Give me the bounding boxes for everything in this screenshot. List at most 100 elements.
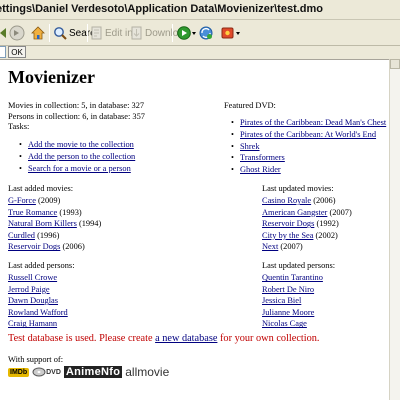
list-item: City by the Sea (2002) [262, 230, 352, 242]
forward-button[interactable] [9, 23, 25, 43]
add-movie-link[interactable]: Add the movie to the collection [28, 140, 134, 149]
animenfo-logo[interactable]: AnimeNfo [63, 366, 123, 378]
play-icon [177, 26, 191, 40]
featured-dvd-link[interactable]: Pirates of the Caribbean: Dead Man's Che… [240, 118, 386, 127]
options-button[interactable] [221, 23, 241, 43]
person-link[interactable]: Russell Crowe [8, 273, 57, 282]
movie-link[interactable]: Natural Born Killers [8, 219, 77, 228]
settings-icon [221, 27, 234, 39]
last-added-persons-heading: Last added persons: [8, 261, 75, 270]
person-link[interactable]: Dawn Douglas [8, 296, 58, 305]
person-link[interactable]: Nicolas Cage [262, 319, 307, 328]
movie-year: (2006) [311, 196, 336, 205]
new-database-link[interactable]: a new database [155, 333, 217, 344]
address-input[interactable] [0, 46, 6, 58]
movie-year: (1992) [314, 219, 339, 229]
list-item: Natural Born Killers (1994) [8, 218, 101, 230]
movie-link[interactable]: Reservoir Dogs [262, 219, 314, 228]
list-item: Craig Hamann [8, 318, 68, 330]
forward-arrow-icon [9, 25, 25, 41]
allmovie-logo[interactable]: allmovie [125, 365, 169, 379]
sync-button[interactable] [199, 23, 213, 43]
list-item: Curdled (1996) [8, 230, 101, 242]
list-item: Julianne Moore [262, 307, 323, 319]
main-content: Movienizer Movies in collection: 5, in d… [0, 59, 389, 400]
disc-icon [32, 367, 46, 377]
featured-dvd-link[interactable]: Ghost Rider [240, 165, 281, 174]
last-added-movies-heading: Last added movies: [8, 184, 74, 193]
list-item: Reservoir Dogs (2006) [8, 241, 101, 253]
list-item: American Gangster (2007) [262, 207, 352, 219]
toolbar-separator [172, 24, 173, 42]
warning-text: for your own collection. [217, 333, 320, 344]
list-item: Nicolas Cage [262, 318, 323, 330]
person-link[interactable]: Craig Hamann [8, 319, 57, 328]
list-item: Rowland Wafford [8, 307, 68, 319]
person-link[interactable]: Jessica Biel [262, 296, 301, 305]
page-title: Movienizer [8, 67, 95, 87]
list-item: Quentin Tarantino [262, 272, 323, 284]
dropdown-arrow-icon [236, 32, 240, 35]
person-link[interactable]: Julianne Moore [262, 308, 314, 317]
dvd-logo[interactable]: DVD [32, 367, 61, 377]
person-link[interactable]: Rowland Wafford [8, 308, 68, 317]
tasks-heading: Tasks: [8, 122, 30, 131]
list-item: True Romance (1993) [8, 207, 101, 219]
movie-year: (2007) [278, 242, 303, 252]
featured-dvd-link[interactable]: Pirates of the Caribbean: At World's End [240, 130, 376, 139]
vertical-scrollbar[interactable] [389, 59, 400, 400]
window-titlebar: ettings\Daniel Verdesoto\Application Dat… [0, 0, 400, 20]
tasks-list: Add the movie to the collection Add the … [18, 139, 135, 174]
person-link[interactable]: Robert De Niro [262, 285, 314, 294]
address-bar: OK [0, 46, 400, 59]
movie-year: (1996) [34, 230, 60, 240]
last-updated-persons-heading: Last updated persons: [262, 261, 336, 270]
toolbar: Search Edit info Download [0, 20, 400, 46]
test-database-warning: Test database is used. Please create a n… [8, 333, 320, 344]
persons-stats: Persons in collection: 6, in database: 3… [8, 112, 145, 121]
warning-text: Test database is used. Please create [8, 333, 156, 344]
movie-link[interactable]: Next [262, 242, 278, 251]
list-item: Ghost Rider [230, 164, 386, 176]
list-item: Casino Royale (2006) [262, 195, 352, 207]
list-item: Search for a movie or a person [18, 163, 135, 175]
back-button[interactable] [0, 23, 8, 43]
movie-link[interactable]: Curdled [8, 231, 35, 240]
dvd-label: DVD [46, 368, 61, 376]
play-button[interactable] [177, 23, 197, 43]
movie-link[interactable]: City by the Sea [262, 231, 313, 240]
last-updated-movies-heading: Last updated movies: [262, 184, 334, 193]
featured-heading: Featured DVD: [224, 101, 276, 110]
movie-link[interactable]: True Romance [8, 208, 57, 217]
movie-link[interactable]: G-Force [8, 196, 36, 205]
featured-dvd-link[interactable]: Transformers [240, 153, 285, 162]
back-arrow-icon [0, 28, 6, 38]
scroll-up-button[interactable] [390, 59, 400, 69]
edit-icon [91, 26, 102, 40]
featured-list: Pirates of the Caribbean: Dead Man's Che… [230, 117, 386, 176]
add-person-link[interactable]: Add the person to the collection [28, 152, 135, 161]
person-link[interactable]: Jerrod Paige [8, 285, 50, 294]
featured-dvd-link[interactable]: Shrek [240, 142, 260, 151]
list-item: Jessica Biel [262, 295, 323, 307]
home-icon [31, 26, 45, 40]
toolbar-separator [87, 24, 88, 42]
list-item: Add the movie to the collection [18, 139, 135, 151]
home-button[interactable] [30, 23, 46, 43]
movie-link[interactable]: Reservoir Dogs [8, 242, 60, 251]
dropdown-arrow-icon [192, 32, 196, 35]
movie-year: (1993) [57, 207, 82, 217]
movie-link[interactable]: Casino Royale [262, 196, 311, 205]
search-link[interactable]: Search for a movie or a person [28, 164, 131, 173]
list-item: Dawn Douglas [8, 295, 68, 307]
imdb-logo[interactable]: IMDb [8, 367, 30, 377]
list-item: Next (2007) [262, 241, 352, 253]
movie-link[interactable]: American Gangster [262, 208, 327, 217]
download-icon [131, 26, 142, 40]
list-item: Jerrod Paige [8, 284, 68, 296]
person-link[interactable]: Quentin Tarantino [262, 273, 323, 282]
window-title: ettings\Daniel Verdesoto\Application Dat… [0, 3, 324, 15]
support-logos: IMDb DVD AnimeNfo allmovie [8, 365, 169, 379]
movies-stats: Movies in collection: 5, in database: 32… [8, 101, 145, 110]
ok-button[interactable]: OK [8, 46, 26, 58]
